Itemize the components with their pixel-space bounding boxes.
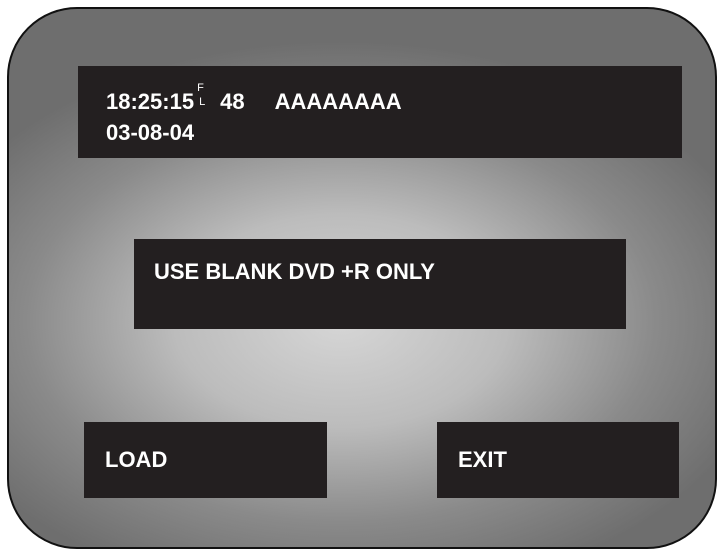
- load-button-label: LOAD: [105, 447, 168, 472]
- exit-button-label: EXIT: [458, 447, 507, 472]
- load-button[interactable]: LOAD: [84, 422, 327, 498]
- field-indicator-bottom: L: [199, 96, 206, 108]
- exit-button[interactable]: EXIT: [437, 422, 679, 498]
- message-text: USE BLANK DVD +R ONLY: [154, 259, 435, 284]
- field-indicator-top: F: [197, 82, 204, 94]
- message-box: USE BLANK DVD +R ONLY: [134, 239, 626, 329]
- status-bar: 18:25:15 F L 48 AAAAAAAA 03-08-04: [78, 66, 682, 158]
- date-text: 03-08-04: [106, 120, 195, 145]
- tv-screen: 18:25:15 F L 48 AAAAAAAA 03-08-04 USE BLANK …: [7, 7, 717, 549]
- channel-number: 48: [220, 89, 245, 114]
- disc-title: AAAAAAAA: [274, 89, 402, 114]
- clock-time: 18:25:15: [106, 89, 195, 114]
- field-indicator: FL: [194, 83, 210, 115]
- status-line-top: 18:25:15 F L 48 AAAAAAAA: [106, 83, 402, 115]
